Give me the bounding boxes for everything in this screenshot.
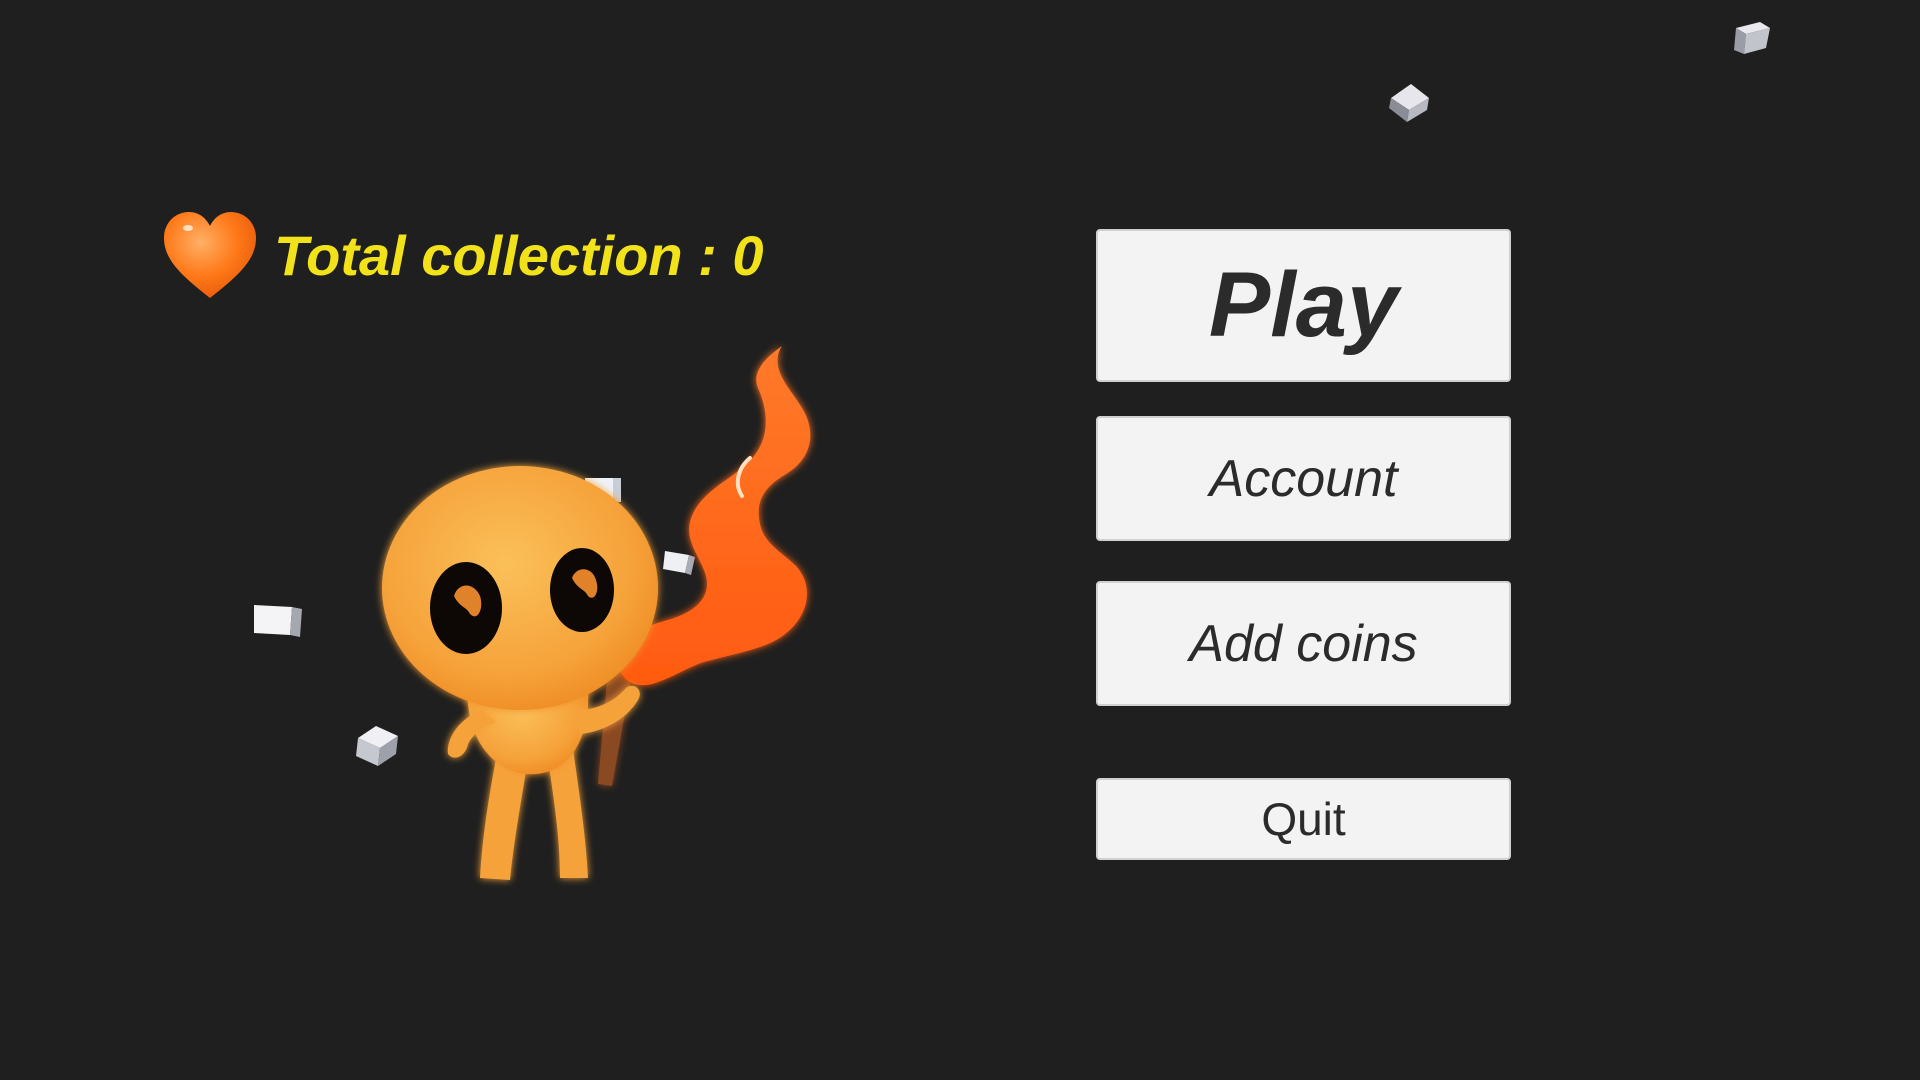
right-eye: [550, 548, 614, 632]
cube-icon: [1389, 84, 1429, 122]
play-button[interactable]: Play: [1096, 229, 1511, 382]
main-menu-screen: Total collection : 0 Play Account Add co…: [0, 0, 1920, 1080]
character-head: [382, 466, 658, 710]
heart-icon: [164, 212, 256, 298]
collection-counter: Total collection : 0: [160, 208, 764, 304]
character-illustration: [382, 346, 811, 880]
cube-icon: [1734, 22, 1770, 54]
quit-button[interactable]: Quit: [1096, 778, 1511, 860]
cube-icon: [254, 605, 302, 637]
add-coins-button[interactable]: Add coins: [1096, 581, 1511, 706]
collection-label: Total collection: [274, 224, 683, 287]
account-button[interactable]: Account: [1096, 416, 1511, 541]
collection-separator: :: [682, 224, 733, 287]
collection-text: Total collection : 0: [274, 208, 764, 304]
collection-count: 0: [732, 224, 764, 287]
